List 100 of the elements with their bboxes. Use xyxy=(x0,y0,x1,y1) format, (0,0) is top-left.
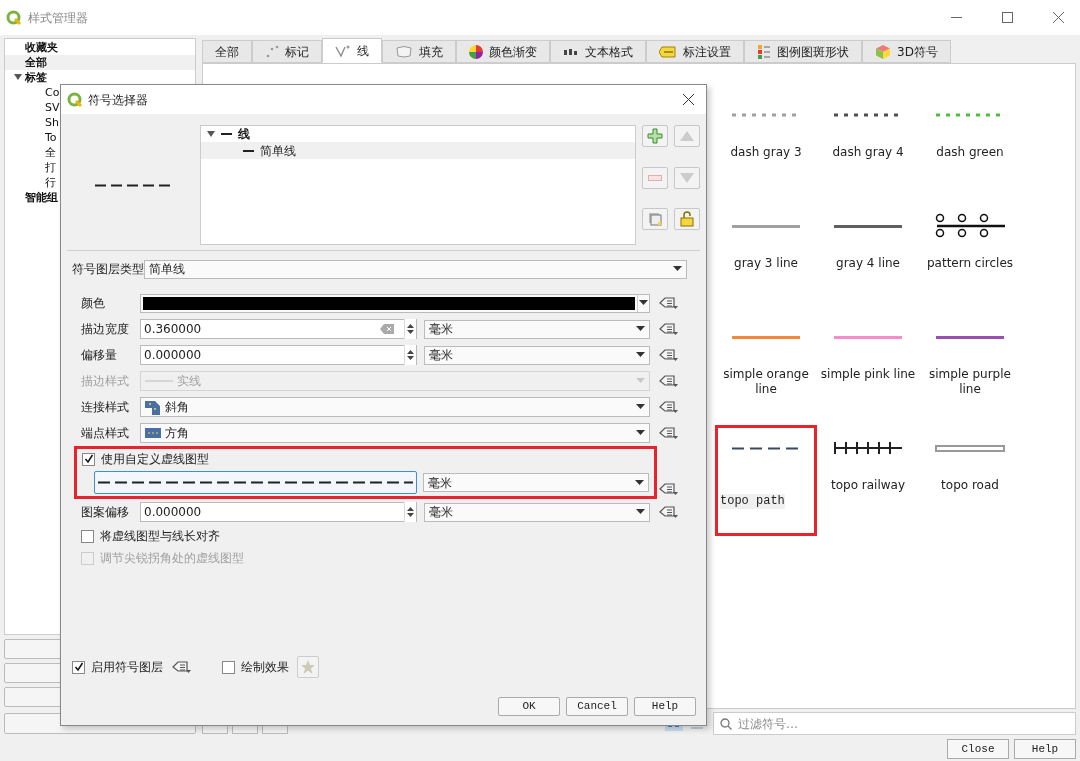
dialog-button[interactable]: OK xyxy=(498,697,560,716)
tab[interactable]: 颜色渐变 xyxy=(456,40,550,63)
layer-type-dropdown[interactable]: 简单线 xyxy=(144,259,687,279)
tab[interactable]: 全部 xyxy=(202,40,252,63)
field-label: 图案偏移 xyxy=(80,504,130,521)
expand-arrow-icon[interactable] xyxy=(207,130,215,138)
symbol-name: topo road xyxy=(941,478,999,493)
qgis-logo-icon xyxy=(6,9,22,26)
override-icon[interactable] xyxy=(172,660,192,674)
spin-arrows[interactable] xyxy=(404,319,416,339)
symbol-tile[interactable]: gray 4 line xyxy=(817,203,919,314)
tab[interactable]: 线 xyxy=(322,38,382,63)
tree-item[interactable]: 线 xyxy=(201,126,635,142)
override-icon[interactable] xyxy=(659,296,679,310)
field-label: 偏移量 xyxy=(80,347,118,364)
unit-dropdown[interactable]: 毫米 xyxy=(424,345,650,365)
checkbox-label: 使用自定义虚线图型 xyxy=(101,451,209,468)
symbol-tile[interactable]: simple orange line xyxy=(715,314,817,425)
dialog-button[interactable]: Help xyxy=(1014,739,1076,759)
legend-icon xyxy=(757,43,771,60)
override-icon[interactable] xyxy=(659,426,679,440)
checkbox-label: 绘制效果 xyxy=(241,659,289,676)
sidebar-item[interactable]: 全部 xyxy=(5,55,195,70)
close-icon[interactable] xyxy=(683,94,694,105)
symbol-name: gray 4 line xyxy=(836,256,900,271)
symbol-name: pattern circles xyxy=(926,256,1014,271)
checkbox[interactable] xyxy=(72,660,85,674)
filter-field[interactable]: 过滤符号… xyxy=(713,712,1076,735)
tab[interactable]: 标记 xyxy=(252,40,322,63)
tab[interactable]: 3D符号 xyxy=(862,40,951,63)
close-icon[interactable] xyxy=(1053,12,1064,23)
symbol-tile[interactable]: topo path xyxy=(715,425,817,536)
bevel-join-icon xyxy=(145,399,161,415)
symbol-name: topo railway xyxy=(830,478,905,493)
dialog-button[interactable]: Cancel xyxy=(566,697,628,716)
field-label: 描边样式 xyxy=(80,373,130,390)
override-icon[interactable] xyxy=(659,322,679,336)
number-field[interactable]: 0.000000 xyxy=(140,345,417,365)
override-icon[interactable] xyxy=(659,348,679,362)
dialog-button[interactable]: Close xyxy=(947,739,1009,759)
unit-dropdown[interactable]: 毫米 xyxy=(423,473,649,492)
star-icon xyxy=(301,660,315,674)
style-dropdown[interactable]: 方角 xyxy=(140,423,650,443)
symbol-tile[interactable]: pattern circles xyxy=(919,203,1021,314)
duplicate-layer-button[interactable] xyxy=(642,208,668,231)
symbol-tile[interactable]: dash gray 4 xyxy=(817,92,919,203)
tab[interactable]: 填充 xyxy=(382,40,456,63)
dash-pattern-field[interactable] xyxy=(94,471,417,494)
dash-pattern-icon xyxy=(98,481,413,484)
spin-arrows[interactable] xyxy=(404,502,416,522)
override-icon[interactable] xyxy=(659,505,679,519)
field-label: 连接样式 xyxy=(80,399,130,416)
override-icon[interactable] xyxy=(659,374,679,388)
down-arrow-icon xyxy=(680,172,694,183)
override-icon[interactable] xyxy=(659,482,679,496)
symbol-name: dash gray 3 xyxy=(730,145,802,160)
checkbox-label: 将虚线图型与线长对齐 xyxy=(100,528,220,545)
style-dropdown[interactable]: 斜角 xyxy=(140,397,650,417)
tab[interactable]: 标注设置 xyxy=(646,40,744,63)
caret-icon xyxy=(673,266,682,272)
checkbox-label: 调节尖锐拐角处的虚线图型 xyxy=(100,550,244,567)
cube-icon xyxy=(875,43,891,60)
symbol-tile[interactable]: dash green xyxy=(919,92,1021,203)
symbol-tile[interactable]: topo railway xyxy=(817,425,919,536)
spin-arrows[interactable] xyxy=(404,345,416,365)
checkbox[interactable] xyxy=(222,660,235,674)
symbol-name: simple pink line xyxy=(820,367,916,382)
maximize-icon[interactable] xyxy=(1002,12,1013,23)
dialog-button[interactable]: Help xyxy=(634,697,696,716)
checkbox[interactable] xyxy=(82,452,95,466)
window-title: 样式管理器 xyxy=(28,9,88,27)
checkbox[interactable] xyxy=(81,529,94,543)
unit-dropdown[interactable]: 毫米 xyxy=(424,502,650,522)
symbol-tile[interactable]: gray 3 line xyxy=(715,203,817,314)
up-arrow-icon xyxy=(680,131,694,141)
symbol-tile[interactable]: simple pink line xyxy=(817,314,919,425)
tree-item[interactable]: 简单线 xyxy=(201,142,635,159)
color-button[interactable] xyxy=(140,293,650,313)
tab[interactable]: 图例图斑形状 xyxy=(744,40,862,63)
symbol-tile[interactable]: simple purple line xyxy=(919,314,1021,425)
number-field[interactable]: 0.360000 xyxy=(140,319,417,339)
dialog-title: 符号选择器 xyxy=(88,91,148,109)
line-icon xyxy=(221,133,232,135)
lock-button[interactable] xyxy=(674,208,700,231)
caret-icon xyxy=(636,509,645,515)
expand-arrow-icon[interactable] xyxy=(14,74,22,81)
sidebar-item[interactable]: 标签 xyxy=(5,70,195,85)
symbol-name: simple orange line xyxy=(722,367,810,397)
number-field[interactable]: 0.000000 xyxy=(140,502,417,522)
unit-dropdown[interactable]: 毫米 xyxy=(424,319,650,339)
text-style-icon xyxy=(563,46,579,57)
override-icon[interactable] xyxy=(659,400,679,414)
symbol-tile[interactable]: topo road xyxy=(919,425,1021,536)
caret-icon xyxy=(635,479,644,486)
caret-icon xyxy=(639,300,648,306)
caret-icon xyxy=(636,404,645,410)
symbol-tile[interactable]: dash gray 3 xyxy=(715,92,817,203)
tab[interactable]: 文本格式 xyxy=(550,40,646,63)
sidebar-item[interactable]: 收藏夹 xyxy=(5,40,195,55)
field-label: 颜色 xyxy=(80,295,106,312)
